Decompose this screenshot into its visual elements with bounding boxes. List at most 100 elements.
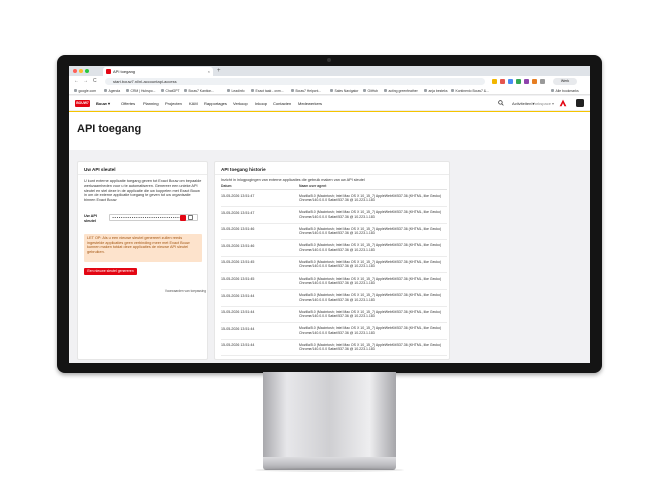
bookmark-item[interactable]: GitHub — [363, 87, 379, 95]
copy-icon[interactable] — [188, 215, 193, 220]
page-title: API toegang — [77, 123, 142, 135]
extension-icon[interactable] — [532, 79, 537, 84]
row-user-agent: Mozilla/5.0 (Macintosh; Intel Mac OS X 1… — [299, 226, 442, 236]
monitor-frame: API toegang × + ← → C start.bouw7.nl/nl-… — [57, 55, 602, 373]
extension-icon[interactable] — [508, 79, 513, 84]
new-tab-button[interactable]: + — [217, 66, 221, 76]
bouw7-favicon-icon — [106, 69, 111, 74]
table-row: 15-05-2026 13:51:44 Mozilla/5.0 (Macintos… — [221, 324, 447, 340]
nav-item-verkoop[interactable]: Verkoop — [233, 96, 248, 111]
row-user-agent: Mozilla/5.0 (Macintosh; Intel Mac OS X 1… — [299, 193, 442, 203]
tab-close-icon[interactable]: × — [208, 67, 210, 76]
bookmark-item[interactable]: ChatGPT — [161, 87, 180, 95]
row-date: 15-05-2026 13:51:44 — [221, 326, 255, 331]
stand-shadow — [255, 468, 404, 472]
row-user-agent: Mozilla/5.0 (Macintosh; Intel Mac OS X 1… — [299, 293, 442, 302]
url-field[interactable]: start.bouw7.nl/nl-accountapi-access — [105, 78, 485, 85]
api-history-card: API toegang historie Inzicht in inlogpog… — [214, 161, 450, 360]
generate-key-button[interactable]: Een nieuwe sleutel genereren — [84, 268, 137, 275]
nav-item-bouw[interactable]: Bouw ▾ — [96, 96, 110, 111]
row-date: 15-05-2026 13:51:45 — [221, 277, 255, 281]
page-header: API toegang — [69, 112, 590, 150]
extension-icon[interactable] — [524, 79, 529, 84]
close-window-icon[interactable] — [73, 69, 77, 73]
nav-item-projecten[interactable]: Projecten — [165, 96, 182, 111]
search-icon[interactable] — [498, 100, 504, 106]
nav-item-offertes[interactable]: Offertes — [121, 96, 135, 111]
browser-addressbar: ← → C start.bouw7.nl/nl-accountapi-acces… — [69, 76, 590, 87]
warning-box: LET OP: Als u een nieuwe sleutel generee… — [84, 234, 202, 262]
nav-item-contacten[interactable]: Contacten — [273, 96, 291, 111]
browser-tab-active[interactable]: API toegang × — [103, 67, 213, 76]
table-row: 15-05-2026 13:51:45 Mozilla/5.0 (Macintos… — [221, 257, 447, 274]
bookmark-item[interactable]: anja besteks — [424, 87, 448, 95]
api-key-card: Uw API sleutel U kunt externe applicatie… — [77, 161, 208, 360]
tab-title: API toegang — [113, 69, 136, 74]
conditions-link[interactable]: Voorwaarden van toepassing — [150, 289, 206, 293]
table-row: 15-05-2026 13:51:44 Mozilla/5.0 (Macintos… — [221, 307, 447, 324]
app-navbar: BOUW7 Bouw ▾ Offertes Planning Projecten… — [69, 96, 590, 111]
bookmark-item[interactable]: Agenda — [104, 87, 121, 95]
bookmark-item[interactable]: CRM | Hubspo... — [126, 87, 156, 95]
nav-item-rapportages[interactable]: Rapportages — [204, 96, 227, 111]
bookmark-item[interactable]: Exact taak - ovm... — [251, 87, 284, 95]
maximize-window-icon[interactable] — [85, 69, 89, 73]
nav-item-planning[interactable]: Planning — [143, 96, 159, 111]
table-row: 15-05-2026 13:51:47 Mozilla/5.0 (Macintos… — [221, 191, 447, 207]
row-date: 15-05-2026 13:51:44 — [221, 293, 255, 298]
row-date: 15-05-2026 13:51:44 — [221, 310, 255, 315]
extension-icon[interactable] — [492, 79, 497, 84]
divider — [78, 174, 207, 175]
api-history-card-title: API toegang historie — [221, 167, 266, 172]
nav-item-medewerkers[interactable]: Medewerkers — [298, 96, 322, 111]
profile-chip[interactable]: Werk — [553, 78, 577, 85]
nav-item-inkoop[interactable]: Inkoop — [255, 96, 267, 111]
extension-icon[interactable] — [516, 79, 521, 84]
bookmark-item[interactable]: Sales Navigator — [330, 87, 359, 95]
reload-button[interactable]: C — [93, 76, 97, 87]
table-row: 15-05-2026 13:51:45 Mozilla/5.0 (Macintos… — [221, 274, 447, 290]
row-user-agent: Mozilla/5.0 (Macintosh; Intel Mac OS X 1… — [299, 259, 442, 269]
row-user-agent: Mozilla/5.0 (Macintosh; Intel Mac OS X 1… — [299, 276, 442, 286]
bookmark-item[interactable]: Bouw7 Kantion... — [184, 87, 215, 95]
bookmark-item[interactable]: acting greenfeather — [384, 87, 418, 95]
camera-dot — [327, 58, 331, 62]
history-intro: Inzicht in inlogpogingen van externe app… — [221, 178, 365, 182]
show-key-icon[interactable] — [180, 214, 186, 221]
bookmark-item[interactable]: Kontinenlo Bouw7 &... — [451, 87, 489, 95]
api-key-description: U kunt externe applicatie toegang geven … — [84, 179, 202, 203]
screen: API toegang × + ← → C start.bouw7.nl/nl-… — [69, 66, 590, 363]
table-row: 15-05-2026 13:51:44 Mozilla/5.0 (Macintos… — [221, 340, 447, 357]
table-row: 15-05-2026 13:51:46 Mozilla/5.0 (Macintos… — [221, 241, 447, 257]
user-icon[interactable] — [576, 99, 584, 107]
exact-logo-icon[interactable] — [559, 99, 567, 107]
row-date: 15-05-2026 13:51:46 — [221, 227, 255, 232]
minimize-window-icon[interactable] — [79, 69, 83, 73]
bookmark-item[interactable]: Bouw7 Helpcnt... — [291, 87, 322, 95]
column-header-agent: Naam user agent — [299, 184, 327, 188]
workspace-dropdown[interactable]: Workspace ▾ — [531, 96, 554, 111]
back-button[interactable]: ← — [74, 76, 79, 87]
puzzle-icon[interactable] — [540, 79, 545, 84]
row-user-agent: Mozilla/5.0 (Macintosh; Intel Mac OS X 1… — [299, 210, 442, 219]
forward-button[interactable]: → — [83, 76, 88, 87]
bookmark-item[interactable]: google.com — [74, 87, 97, 95]
table-row: 15-05-2026 13:51:44 Mozilla/5.0 (Macintos… — [221, 291, 447, 307]
row-date: 15-05-2026 13:51:47 — [221, 194, 255, 198]
bookmark-item[interactable]: Leadinfo — [227, 87, 245, 95]
extension-icon[interactable] — [500, 79, 505, 84]
row-user-agent: Mozilla/5.0 (Macintosh; Intel Mac OS X 1… — [299, 309, 442, 319]
column-header-date: Datum — [221, 184, 232, 188]
row-date: 15-05-2026 13:51:45 — [221, 260, 255, 265]
api-key-card-title: Uw API sleutel — [84, 167, 116, 172]
all-bookmarks[interactable]: Alle bookmarks — [551, 87, 579, 95]
table-row: 15-05-2026 13:51:46 Mozilla/5.0 (Macintos… — [221, 224, 447, 241]
divider — [215, 174, 449, 175]
bouw7-logo[interactable]: BOUW7 — [75, 100, 90, 107]
bookmarks-bar: google.com Agenda CRM | Hubspo... ChatGP… — [69, 87, 590, 95]
row-user-agent: Mozilla/5.0 (Macintosh; Intel Mac OS X 1… — [299, 342, 442, 352]
row-user-agent: Mozilla/5.0 (Macintosh; Intel Mac OS X 1… — [299, 243, 442, 252]
nav-item-kam[interactable]: KAM — [189, 96, 198, 111]
monitor-stand — [263, 372, 396, 460]
row-date: 15-05-2026 13:51:44 — [221, 343, 255, 348]
